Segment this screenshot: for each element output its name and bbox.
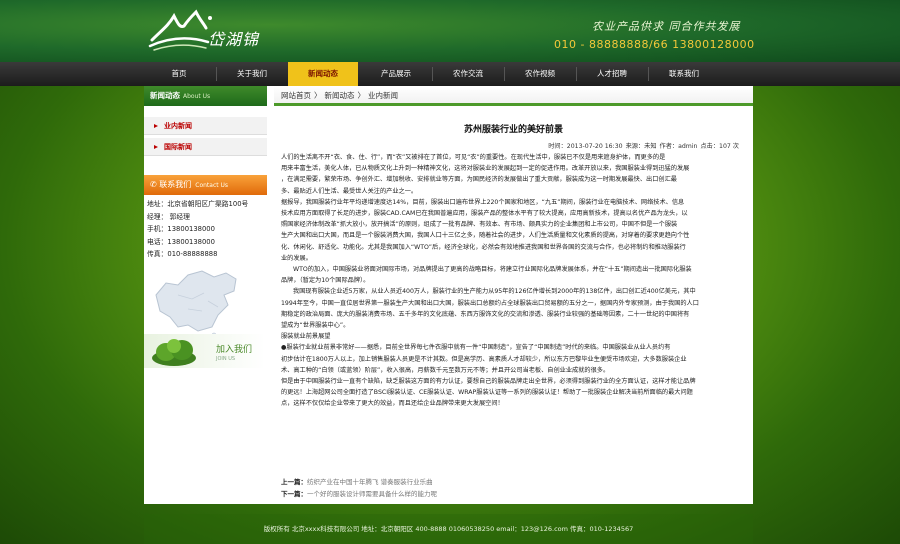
join-us-banner[interactable]: 加入我们 JOIN US — [144, 334, 265, 368]
site-header: 岱湖锦 农业产品供求 同合作共发展 010 - 88888888/66 1380… — [0, 0, 900, 62]
china-map-icon — [155, 269, 237, 337]
article-paragraph: 望成为“世界服装中心”。 — [281, 322, 350, 330]
article-paragraph: 但是由于中国服装行业一直有个缺陷，缺乏服装这方面的有力认证，要想自己的服装品牌走… — [281, 378, 696, 386]
article-paragraph: 初步估计在1800万人以上，加上销售服装人员更是不计其数。但是高学历、高素质人才… — [281, 355, 687, 363]
article-paragraph: 多、最贴近人们生活、最受世人关注的产业之一。 — [281, 187, 418, 195]
join-us-label-en: JOIN US — [216, 356, 236, 362]
breadcrumb-separator: 〉 — [314, 91, 322, 100]
header-phones: 010 - 88888888/66 13800128000 — [554, 38, 755, 51]
article-paragraph: 1994年至今，中国一直位居世界第一服装生产大国和出口大国，服装出口总额约占全球… — [281, 299, 699, 307]
contact-phone: 电话：13800138000 — [147, 237, 215, 246]
article-area: 网站首页〉新闻动态〉业内新闻 苏州服装行业的美好前景 时间：2013-07-20… — [274, 86, 753, 504]
article-paragraph: 用来丰富生活，美化人体，已从物质文化上升到一种精神文化，这将对服装业的发展起到一… — [281, 165, 690, 173]
article-meta: 时间：2013-07-20 16:30 来源：未知 作者：admin 点击：107 次 — [274, 141, 753, 150]
article-paragraph: 据报导，我国服装行业年平均递增速度达14%，目前，服装出口遍布世界上220个国家… — [281, 198, 685, 206]
breadcrumb: 网站首页〉新闻动态〉业内新闻 — [274, 86, 753, 106]
article-body: 人们的生活离不开“衣、食、住、行”，而“衣”又被排在了首位，可见“衣”的重要性。… — [274, 152, 753, 410]
breadcrumb-section[interactable]: 新闻动态 — [325, 91, 355, 100]
article-paragraph: 我国现有服装企业近5万家，从业人员近400万人，服装行业的生产能力从95年的12… — [293, 288, 696, 296]
breadcrumb-home[interactable]: 网站首页 — [281, 91, 311, 100]
article-pager: 上一篇：纺织产业在中国十年腾飞 谱奏服装行业乐曲 下一篇：一个好的服装设计师需要… — [281, 476, 437, 500]
prev-article-link[interactable]: 纺织产业在中国十年腾飞 谱奏服装行业乐曲 — [307, 478, 433, 486]
sidebar-item-international-news[interactable]: 国际新闻 — [144, 138, 267, 156]
breadcrumb-current[interactable]: 业内新闻 — [368, 91, 398, 100]
contact-manager: 经理： 郭经理 — [147, 212, 190, 221]
news-box-header: 新闻动态 About Us — [144, 86, 267, 106]
nav-item-exchange[interactable]: 农作交流 — [433, 62, 503, 86]
nav-item-contact[interactable]: 联系我们 — [649, 62, 719, 86]
article-time: 时间：2013-07-20 16:30 — [548, 143, 623, 150]
contact-mobile: 手机：13800138000 — [147, 225, 215, 233]
nav-item-news[interactable]: 新闻动态 — [288, 62, 358, 86]
article-paragraph: 的更远！上海超网公司全面打造了BSCI服装认证、CE服装认证、WRAP服装认证等… — [281, 389, 693, 397]
contact-box-header: ✆ 联系我们 Contact Us — [144, 175, 267, 195]
article-source: 来源：未知 — [625, 143, 657, 150]
article-title: 苏州服装行业的美好前景 — [463, 125, 563, 135]
next-label: 下一篇： — [281, 490, 307, 498]
vegetable-icon — [152, 339, 196, 366]
site-footer: 版权所有 北京xxxx科技有限公司 地址：北京朝阳区 400-8888 0106… — [144, 514, 753, 544]
contact-fax: 传真：010-88888888 — [147, 250, 218, 258]
article-paragraph: 期稳定的政治局面、庞大的服装消费市场、五千多年的文化底蕴、东西方服饰文化的交流和… — [281, 310, 690, 318]
article-clicks: 点击：107 次 — [700, 143, 739, 150]
nav-item-products[interactable]: 产品展示 — [361, 62, 431, 86]
article-paragraph: 生产大国和出口大国，而且是一个服装消费大国，我国人口十三亿之多，随着社会的进步，… — [281, 232, 690, 240]
sidebar-item-industry-news[interactable]: 业内新闻 — [144, 117, 267, 135]
join-us-label: 加入我们 — [216, 345, 253, 355]
sidebar: 新闻动态 About Us 业内新闻 国际新闻 ✆ 联系我们 Contact Us … — [144, 86, 267, 504]
article-author: 作者：admin — [659, 143, 698, 150]
article-paragraph: ●服装行业就业前景非常好——据悉，目前全世界每七件衣服中就有一件“中国制造”，宣… — [281, 344, 671, 352]
article-paragraph: 品牌，（暂定为10个国际品牌）。 — [281, 277, 370, 285]
nav-item-about[interactable]: 关于我们 — [217, 62, 287, 86]
nav-item-videos[interactable]: 农作视频 — [505, 62, 575, 86]
article-paragraph: 业的发展。 — [281, 254, 312, 262]
article-paragraph: ，在满足需要，繁荣市场、争创外汇、增加税收、安排就业等方面，为国民经济的发展做出… — [281, 176, 677, 184]
nav-item-jobs[interactable]: 人才招聘 — [577, 62, 647, 86]
article-paragraph: 化、休闲化、舒适化、功能化。尤其是我国加入“WTO”后，经济全球化，必然会有效地… — [281, 243, 686, 251]
article-paragraph: 照国家经济体制改革“抓大放小，放开搞活”的原则，组成了一批有品牌、有效本、有市场… — [281, 221, 678, 229]
article-paragraph: 服装就业前景展望 — [281, 333, 331, 341]
content-panel: 新闻动态 About Us 业内新闻 国际新闻 ✆ 联系我们 Contact Us … — [144, 86, 753, 504]
contact-box-title: 联系我们 — [159, 180, 192, 189]
news-box-title-en: About Us — [183, 93, 211, 100]
article-paragraph: 人们的生活离不开“衣、食、住、行”，而“衣”又被排在了首位，可见“衣”的重要性。… — [281, 154, 666, 161]
contact-address: 地址：北京省朝阳区广渠路100号 — [147, 200, 249, 208]
news-box-title: 新闻动态 — [150, 91, 180, 100]
logo-text: 岱湖锦 — [208, 30, 260, 49]
article-paragraph: 技术应用方面取得了长足的进步，服装CAD.CAM已在我国普遍应用，服装产品的整体… — [281, 210, 688, 218]
nav-item-home[interactable]: 首页 — [144, 62, 214, 86]
contact-box-title-en: Contact Us — [195, 182, 229, 189]
main-nav: 首页 关于我们 新闻动态 产品展示 农作交流 农作视频 人才招聘 联系我们 — [0, 62, 900, 86]
next-article-link[interactable]: 一个好的服装设计师需要具备什么样的能力呢 — [307, 490, 437, 498]
header-slogan: 农业产品供求 同合作共发展 — [592, 20, 741, 33]
article-paragraph: 点，这样不仅仅给企业带来了更大的效益，而且还给企业品牌带来更大发展空间！ — [281, 400, 504, 408]
breadcrumb-separator: 〉 — [357, 91, 366, 100]
prev-label: 上一篇： — [281, 478, 307, 486]
article-paragraph: WTO的加入，中国服装业将面对国际市场，对品牌提出了更高的战略目标，将建立行业国… — [293, 266, 692, 274]
article-paragraph: 术、高工种的“白领（或蓝领）阶层”，收入很高，月薪数千元至数万元不等；并且开公司… — [281, 366, 610, 374]
phone-icon: ✆ — [150, 180, 160, 189]
